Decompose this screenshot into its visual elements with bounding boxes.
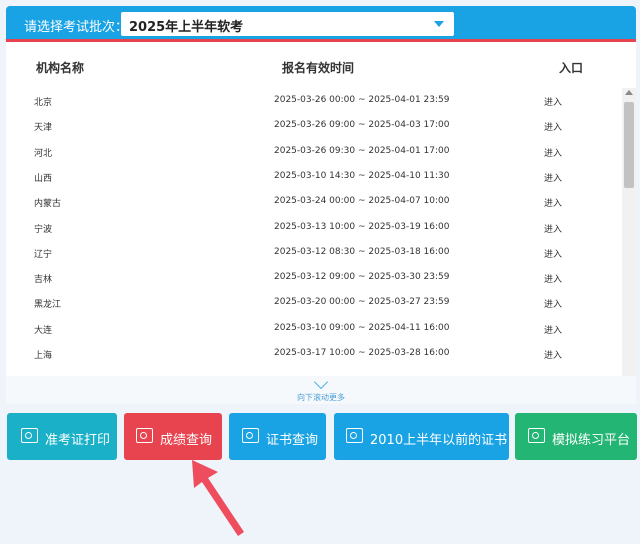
edit-icon (528, 428, 545, 443)
table-row: 大连 2025-03-10 09:00 ~ 2025-04-11 16:00 进入 (6, 316, 622, 341)
institution-name: 内蒙古 (34, 199, 62, 210)
institution-name: 大连 (34, 325, 53, 336)
certificate-query-button[interactable]: 证书查询 (229, 413, 326, 460)
enter-link[interactable]: 进入 (544, 95, 562, 108)
button-label: 证书查询 (266, 433, 319, 448)
scrollbar-thumb[interactable] (624, 102, 634, 188)
registration-time: 2025-03-12 09:00 ~ 2025-03-30 23:59 (274, 272, 450, 283)
institution-name: 吉林 (34, 275, 53, 286)
scroll-more-text: 向下滚动更多 (297, 393, 345, 402)
registration-time: 2025-03-12 08:30 ~ 2025-03-18 16:00 (274, 246, 450, 257)
id-card-icon (21, 428, 38, 443)
scrollbar[interactable] (622, 88, 636, 376)
table-row: 吉林 2025-03-12 09:00 ~ 2025-03-30 23:59 进入 (6, 265, 622, 290)
score-query-button[interactable]: 成绩查询 (124, 413, 222, 460)
column-header-institution: 机构名称 (36, 61, 85, 75)
registration-table-panel: 机构名称 报名有效时间 入口 北京 2025-03-26 00:00 ~ 2025… (6, 42, 636, 404)
button-label: 成绩查询 (160, 433, 213, 448)
highlight-arrow-icon (192, 460, 244, 536)
table-body: 北京 2025-03-26 00:00 ~ 2025-04-01 23:59 进入天… (6, 88, 622, 376)
mock-practice-platform-button[interactable]: 模拟练习平台 (515, 413, 637, 460)
scroll-more-hint[interactable]: 向下滚动更多 (6, 374, 636, 404)
institution-name: 宁波 (34, 224, 53, 235)
batch-select-value: 2025年上半年软考 (129, 20, 244, 35)
institution-name: 黑龙江 (34, 300, 62, 311)
table-row: 黑龙江 2025-03-20 00:00 ~ 2025-03-27 23:59 进入 (6, 290, 622, 315)
column-header-time: 报名有效时间 (282, 61, 355, 75)
table-row: 北京 2025-03-26 00:00 ~ 2025-04-01 23:59 进入 (6, 88, 622, 113)
institution-name: 北京 (34, 98, 53, 108)
registration-time: 2025-03-17 10:00 ~ 2025-03-28 16:00 (274, 348, 450, 358)
table-row: 内蒙古 2025-03-24 00:00 ~ 2025-04-07 10:00 进入 (6, 189, 622, 214)
registration-time: 2025-03-10 14:30 ~ 2025-04-10 11:30 (274, 170, 450, 181)
institution-name: 上海 (34, 351, 53, 361)
admission-ticket-print-button[interactable]: 准考证打印 (7, 413, 117, 460)
registration-time: 2025-03-26 00:00 ~ 2025-04-01 23:59 (274, 95, 450, 105)
enter-link[interactable]: 进入 (544, 247, 562, 260)
institution-name: 天津 (34, 123, 53, 134)
table-row: 天津 2025-03-26 09:00 ~ 2025-04-03 17:00 进入 (6, 113, 622, 138)
registration-time: 2025-03-24 00:00 ~ 2025-04-07 10:00 (274, 196, 450, 207)
batch-selector-label: 请选择考试批次： (24, 20, 129, 35)
enter-link[interactable]: 进入 (544, 272, 562, 285)
scroll-up-arrow-icon[interactable] (625, 90, 633, 95)
enter-link[interactable]: 进入 (544, 171, 562, 184)
certificate-search-icon (346, 428, 363, 443)
institution-name: 辽宁 (34, 249, 53, 260)
table-row: 上海 2025-03-17 10:00 ~ 2025-03-28 16:00 进入 (6, 341, 622, 366)
enter-link[interactable]: 进入 (544, 348, 562, 361)
registration-time: 2025-03-13 10:00 ~ 2025-03-19 16:00 (274, 221, 450, 232)
batch-select[interactable]: 2025年上半年软考 (121, 12, 454, 36)
registration-time: 2025-03-26 09:30 ~ 2025-04-01 17:00 (274, 145, 450, 156)
button-label: 模拟练习平台 (552, 433, 631, 448)
enter-link[interactable]: 进入 (544, 323, 562, 336)
column-header-entry: 入口 (559, 61, 584, 75)
enter-link[interactable]: 进入 (544, 297, 562, 310)
table-row: 河北 2025-03-26 09:30 ~ 2025-04-01 17:00 进入 (6, 139, 622, 164)
table-row: 辽宁 2025-03-12 08:30 ~ 2025-03-18 16:00 进入 (6, 240, 622, 265)
button-label: 2010上半年以前的证书 (370, 433, 508, 448)
enter-link[interactable]: 进入 (544, 196, 562, 209)
certificate-search-icon (242, 428, 259, 443)
button-label: 准考证打印 (45, 433, 111, 448)
pre-2010-certificate-button[interactable]: 2010上半年以前的证书 (334, 413, 509, 460)
batch-selector-bar: 请选择考试批次： 2025年上半年软考 (6, 6, 636, 42)
institution-name: 河北 (34, 148, 53, 159)
table-row: 宁波 2025-03-13 10:00 ~ 2025-03-19 16:00 进入 (6, 215, 622, 240)
document-search-icon (136, 428, 153, 443)
registration-time: 2025-03-10 09:00 ~ 2025-04-11 16:00 (274, 322, 450, 333)
enter-link[interactable]: 进入 (544, 222, 562, 235)
enter-link[interactable]: 进入 (544, 146, 562, 159)
institution-name: 山西 (34, 173, 53, 184)
enter-link[interactable]: 进入 (544, 120, 562, 133)
table-row: 山西 2025-03-10 14:30 ~ 2025-04-10 11:30 进入 (6, 164, 622, 189)
chevron-down-icon (434, 21, 444, 27)
registration-time: 2025-03-20 00:00 ~ 2025-03-27 23:59 (274, 297, 450, 308)
registration-time: 2025-03-26 09:00 ~ 2025-04-03 17:00 (274, 120, 450, 131)
chevron-down-icon (313, 374, 329, 390)
